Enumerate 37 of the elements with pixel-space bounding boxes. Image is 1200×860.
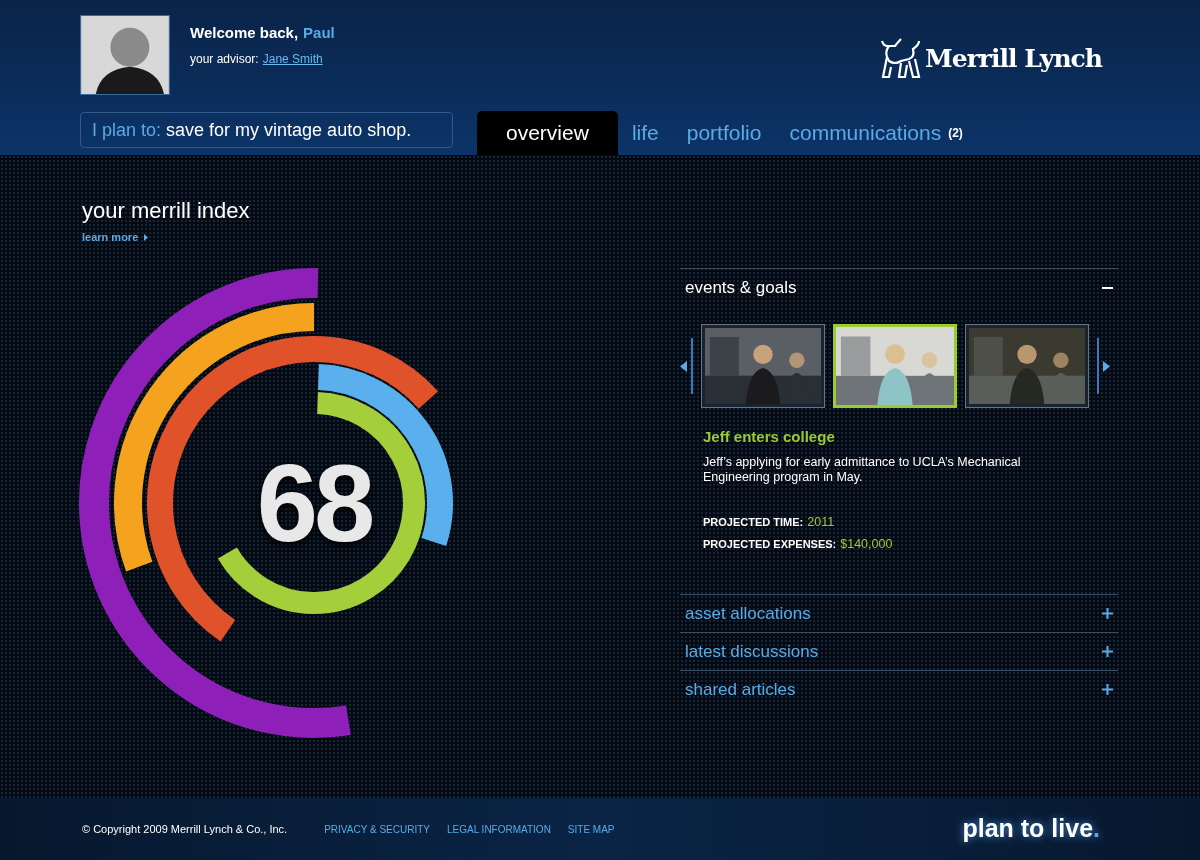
brand-logo: Merrill Lynch xyxy=(879,37,1102,81)
user-name: Paul xyxy=(303,23,335,43)
index-score: 68 xyxy=(256,447,372,558)
learn-more-link[interactable]: learn more xyxy=(82,229,149,246)
index-title: your merrill index xyxy=(82,197,251,225)
advisor-label: your advisor: xyxy=(190,50,259,68)
expand-icon xyxy=(1102,684,1113,695)
footer-link[interactable]: SITE MAP xyxy=(567,821,615,837)
copyright-text: © Copyright 2009 Merrill Lynch & Co., Inc. xyxy=(82,821,288,837)
stat-label: PROJECTED TIME: xyxy=(703,514,804,530)
nav-tab[interactable]: life xyxy=(617,111,673,155)
footer-link[interactable]: PRIVACY & SECURITY xyxy=(324,821,430,837)
nav-tab[interactable]: portfolio xyxy=(672,111,776,155)
section-header[interactable]: latest discussions xyxy=(680,633,1118,670)
nav-tab[interactable]: overview xyxy=(477,111,618,155)
section-header[interactable]: shared articles xyxy=(680,671,1118,708)
advisor-link[interactable]: Jane Smith xyxy=(262,49,323,68)
next-arrow[interactable] xyxy=(1097,338,1110,394)
section-header[interactable]: events & goals xyxy=(680,269,1118,306)
footer-link[interactable]: LEGAL INFORMATION xyxy=(446,821,551,837)
plan-field[interactable]: I plan to: save for my vintage auto shop. xyxy=(80,112,453,148)
expand-icon xyxy=(1102,646,1113,657)
expand-icon xyxy=(1102,608,1113,619)
tagline: plan to live. xyxy=(962,813,1100,845)
message-count: (2) xyxy=(948,125,963,142)
stat-value: 2011 xyxy=(807,513,835,531)
collapse-icon xyxy=(1102,286,1113,289)
event-description: Jeff’s applying for early admittance to UCLA’s Mechanical Engineering program in May. xyxy=(703,454,1022,485)
stat-label: PROJECTED EXPENSES: xyxy=(703,537,837,553)
welcome-text: Welcome back, xyxy=(190,23,299,43)
section-header[interactable]: asset allocations xyxy=(680,595,1118,632)
previous-arrow[interactable] xyxy=(680,338,693,394)
event-title: Jeff enters college xyxy=(703,427,836,447)
bull-icon xyxy=(879,37,922,81)
nav-tab[interactable]: communications (2) xyxy=(775,111,977,155)
stat-value: $140,000 xyxy=(840,536,893,554)
caret-icon xyxy=(144,233,149,241)
